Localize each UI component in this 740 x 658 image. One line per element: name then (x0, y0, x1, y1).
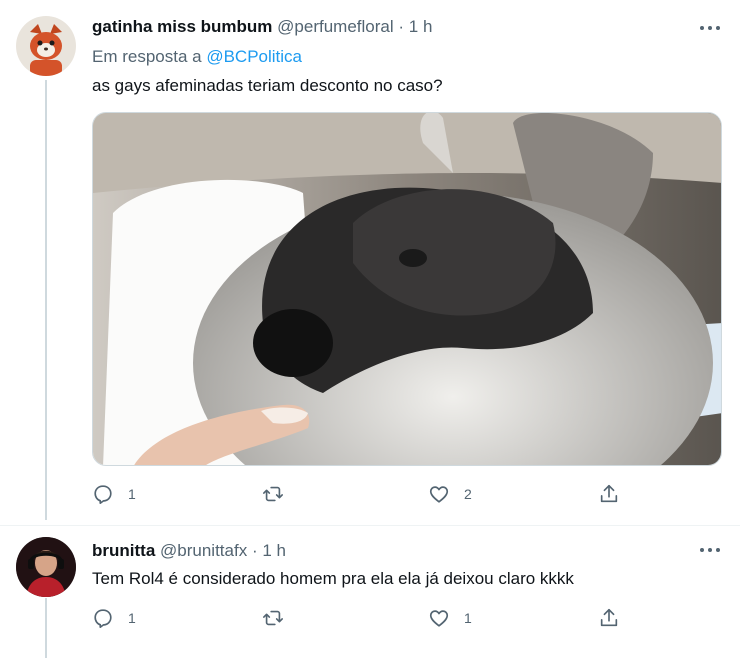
like-count: 2 (464, 486, 472, 502)
reply-count: 1 (128, 486, 136, 502)
tweet-header: brunitta @brunittafx · 1 h (92, 540, 286, 562)
like-button[interactable]: 1 (428, 607, 472, 629)
reply-count: 1 (128, 610, 136, 626)
thread-line (45, 80, 47, 520)
tweet-divider (0, 525, 740, 526)
tweet-actions: 1 2 (92, 483, 632, 507)
like-button[interactable]: 2 (428, 483, 472, 505)
replying-prefix: Em resposta a (92, 47, 207, 66)
tweet-text: as gays afeminadas teriam desconto no ca… (92, 76, 443, 95)
reply-icon (94, 485, 112, 504)
display-name[interactable]: gatinha miss bumbum (92, 17, 272, 36)
thread-line (45, 598, 47, 658)
replying-to: Em resposta a @BCPolitica (92, 46, 302, 68)
like-icon (429, 486, 449, 503)
like-icon (429, 610, 449, 627)
retweet-icon (263, 610, 283, 626)
avatar[interactable] (16, 16, 76, 76)
like-count: 1 (464, 610, 472, 626)
reply-button[interactable]: 1 (92, 607, 136, 629)
timestamp[interactable]: 1 h (262, 541, 286, 560)
avatar[interactable] (16, 537, 76, 597)
share-icon (600, 608, 618, 627)
display-name[interactable]: brunitta (92, 541, 155, 560)
separator: · (398, 17, 405, 36)
reply-icon (94, 609, 112, 628)
retweet-button[interactable] (262, 607, 298, 629)
retweet-button[interactable] (262, 483, 298, 505)
more-icon[interactable] (700, 546, 720, 554)
tweet-text: Tem Rol4 é considerado homem pra ela ela… (92, 569, 574, 588)
tweet-actions: 1 1 (92, 607, 632, 631)
separator: · (251, 541, 258, 560)
user-handle[interactable]: @perfumefloral (277, 17, 393, 36)
tweet-photo[interactable] (92, 112, 722, 466)
share-icon (600, 484, 618, 503)
tweet-header: gatinha miss bumbum @perfumefloral · 1 h (92, 16, 432, 38)
replying-to-link[interactable]: @BCPolitica (206, 47, 302, 66)
timestamp[interactable]: 1 h (409, 17, 433, 36)
share-button[interactable] (598, 607, 620, 629)
share-button[interactable] (598, 483, 620, 505)
retweet-icon (263, 486, 283, 502)
user-handle[interactable]: @brunittafx (160, 541, 247, 560)
more-icon[interactable] (700, 24, 720, 32)
reply-button[interactable]: 1 (92, 483, 136, 505)
